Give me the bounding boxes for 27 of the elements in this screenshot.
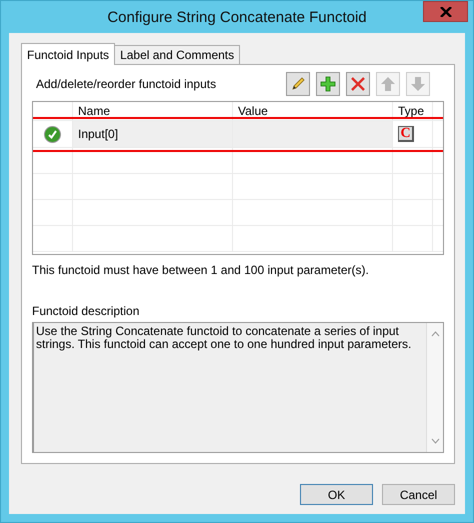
toolbar-button[interactable] [346,72,370,96]
column-header: Name [73,102,233,120]
toolbar-button[interactable] [316,72,340,96]
arrow-down-icon [410,76,426,92]
description-text: Use the String Concatenate functoid to concatenate a series of input strings. This functoid can accept one to one hundred input parameters. [35,323,412,353]
scrollbar[interactable] [426,323,443,452]
tab[interactable]: Functoid Inputs [21,43,116,65]
grid-row[interactable]: Input[0] C [33,121,443,148]
toolbar-button[interactable] [286,72,310,96]
input-count-note: This functoid must have between 1 and 100 input parameter(s). [32,263,370,279]
scroll-up-icon [430,331,440,337]
close-button[interactable] [423,1,468,22]
column-header: Value [233,102,393,120]
arrow-up-icon [380,76,396,92]
plus-icon [320,76,336,92]
scroll-down-icon [430,438,440,444]
tab[interactable]: Label and Comments [114,45,240,64]
dialog-button[interactable]: Cancel [382,484,455,505]
pencil-icon [290,76,306,92]
table-cell: Input[0] [73,121,233,147]
cross-icon [350,76,366,92]
dialog-button[interactable]: OK [300,484,373,505]
section-caption: Add/delete/reorder functoid inputs [36,77,216,91]
window-title: Configure String Concatenate Functoid [107,8,367,26]
column-header: Type [393,102,433,120]
close-icon [440,6,452,16]
description-label: Functoid description [32,304,140,320]
